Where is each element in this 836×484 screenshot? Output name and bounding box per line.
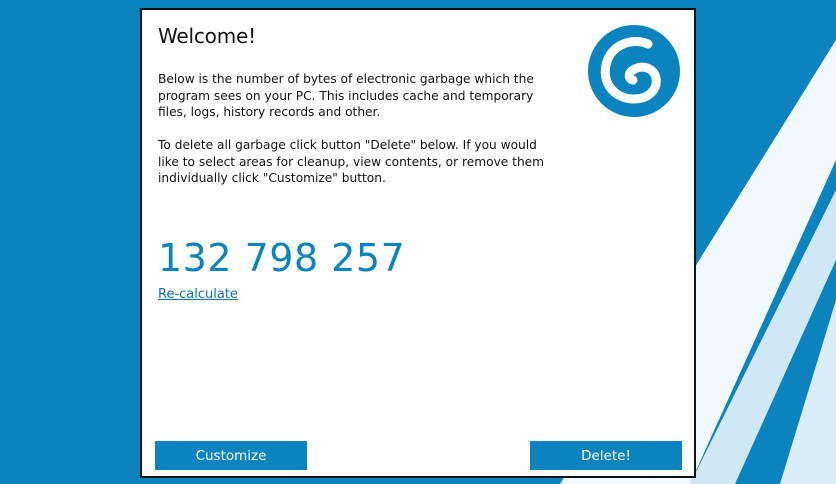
customize-button[interactable]: Customize <box>155 441 307 470</box>
welcome-dialog: Welcome! Below is the number of bytes of… <box>140 8 696 478</box>
app-logo-g-icon <box>588 25 680 117</box>
dialog-title: Welcome! <box>158 24 256 48</box>
intro-text: Below is the number of bytes of electron… <box>158 72 534 119</box>
garbage-bytes-count: 132 798 257 <box>158 236 406 280</box>
recalculate-link[interactable]: Re-calculate <box>158 287 238 302</box>
instruction-text: To delete all garbage click button "Dele… <box>158 138 545 185</box>
delete-button[interactable]: Delete! <box>530 441 682 470</box>
